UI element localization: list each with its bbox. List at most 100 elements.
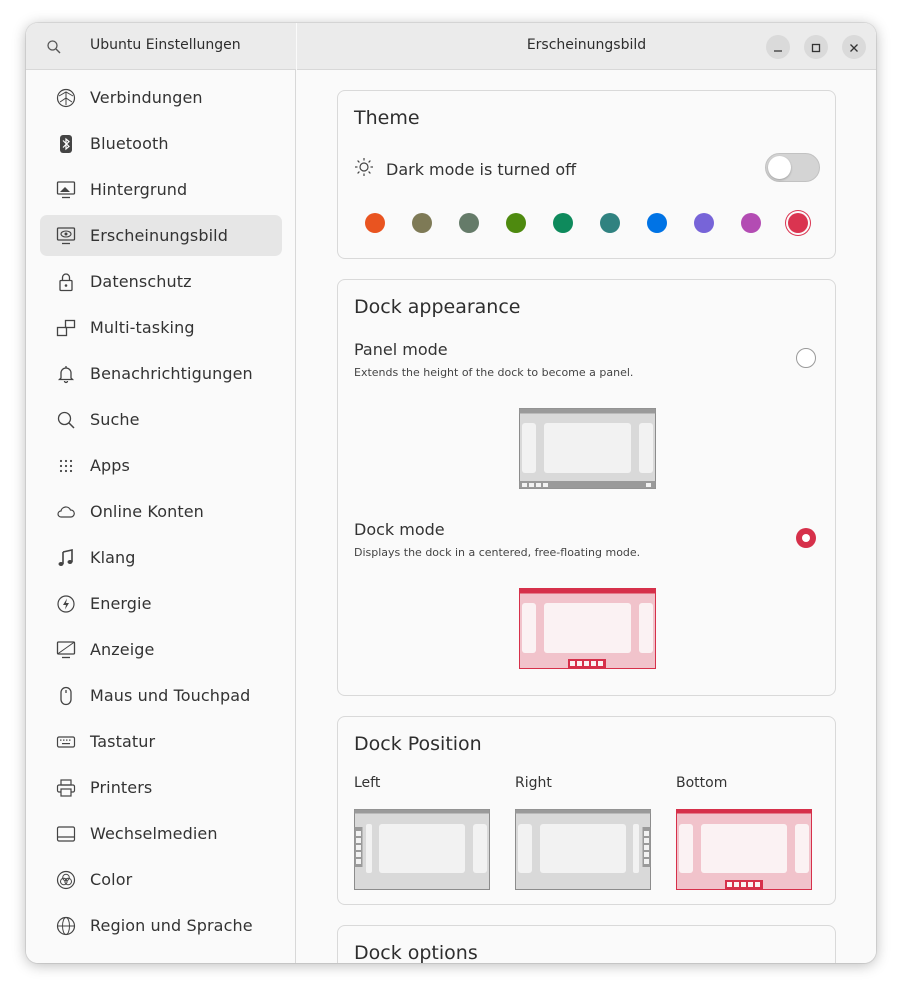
printer-icon — [56, 778, 76, 798]
sidebar-item-maus-und-touchpad[interactable]: Maus und Touchpad — [40, 675, 282, 716]
position-right-option[interactable] — [515, 809, 651, 890]
search-icon[interactable] — [46, 39, 62, 55]
search-icon — [56, 410, 76, 430]
color-icon — [56, 870, 76, 890]
accent-color-swatch[interactable] — [553, 213, 573, 233]
accent-color-swatch[interactable] — [741, 213, 761, 233]
music-note-icon — [56, 548, 76, 568]
sidebar-item-label: Wechselmedien — [90, 824, 218, 843]
sidebar-header: Ubuntu Einstellungen — [26, 23, 296, 70]
sidebar-item-color[interactable]: Color — [40, 859, 282, 900]
theme-card: Theme Dark mode is turned off — [337, 90, 836, 259]
removable-media-icon — [56, 824, 76, 844]
sidebar-item-klang[interactable]: Klang — [40, 537, 282, 578]
maximize-button[interactable] — [804, 35, 828, 59]
toggle-knob — [768, 156, 791, 179]
appearance-icon — [56, 226, 76, 246]
sidebar-item-label: Suche — [90, 410, 140, 429]
sidebar-item-label: Apps — [90, 456, 130, 475]
sidebar-item-multitasking[interactable]: Multi-tasking — [40, 307, 282, 348]
display-icon — [56, 640, 76, 660]
dock-options-card: Dock options — [337, 925, 836, 963]
close-button[interactable] — [842, 35, 866, 59]
settings-window: Ubuntu Einstellungen Verbindungen Blueto… — [26, 23, 876, 963]
theme-title: Theme — [354, 107, 420, 129]
sidebar-item-label: Erscheinungsbild — [90, 226, 228, 245]
dock-options-title: Dock options — [354, 942, 478, 963]
maximize-icon — [811, 38, 821, 57]
header-bar: Erscheinungsbild — [297, 23, 876, 70]
dock-mode-preview[interactable] — [519, 588, 656, 669]
sidebar-item-region-und-sprache[interactable]: Region und Sprache — [40, 905, 282, 946]
power-icon — [56, 594, 76, 614]
position-bottom-option[interactable] — [676, 809, 812, 890]
accent-color-swatch[interactable] — [694, 213, 714, 233]
sidebar-item-label: Energie — [90, 594, 152, 613]
position-right-label: Right — [515, 775, 552, 791]
globe-icon — [56, 916, 76, 936]
sidebar-item-label: Hintergrund — [90, 180, 188, 199]
sidebar-item-label: Region und Sprache — [90, 916, 253, 935]
sidebar-item-energie[interactable]: Energie — [40, 583, 282, 624]
sidebar-item-label: Printers — [90, 778, 153, 797]
minimize-button[interactable] — [766, 35, 790, 59]
sidebar-item-suche[interactable]: Suche — [40, 399, 282, 440]
sidebar-item-erscheinungsbild[interactable]: Erscheinungsbild — [40, 215, 282, 256]
sidebar-item-bluetooth[interactable]: Bluetooth — [40, 123, 282, 164]
sidebar-item-hintergrund[interactable]: Hintergrund — [40, 169, 282, 210]
close-icon — [849, 38, 859, 57]
dark-mode-label: Dark mode is turned off — [386, 159, 577, 179]
apps-grid-icon — [56, 456, 76, 476]
sidebar-item-tastatur[interactable]: Tastatur — [40, 721, 282, 762]
bell-icon — [56, 364, 76, 384]
sidebar-item-label: Benachrichtigungen — [90, 364, 253, 383]
sidebar-item-anzeige[interactable]: Anzeige — [40, 629, 282, 670]
accent-color-swatch[interactable] — [647, 213, 667, 233]
sidebar-item-label: Anzeige — [90, 640, 155, 659]
position-left-option[interactable] — [354, 809, 490, 890]
mouse-icon — [56, 686, 76, 706]
sidebar-item-label: Maus und Touchpad — [90, 686, 251, 705]
sidebar-item-label: Online Konten — [90, 502, 204, 521]
sidebar-item-printers[interactable]: Printers — [40, 767, 282, 808]
accent-color-swatch[interactable] — [365, 213, 385, 233]
dock-mode-subtitle: Displays the dock in a centered, free-fl… — [354, 546, 641, 559]
cloud-icon — [56, 502, 76, 522]
sidebar-item-datenschutz[interactable]: Datenschutz — [40, 261, 282, 302]
accent-color-swatch[interactable] — [788, 213, 808, 233]
accent-color-swatch[interactable] — [412, 213, 432, 233]
sidebar-item-label: Multi-tasking — [90, 318, 195, 337]
dark-mode-row: Dark mode is turned off — [354, 157, 576, 181]
dock-mode-title: Dock mode — [354, 520, 445, 539]
dock-position-card: Dock Position Left Right Bottom — [337, 716, 836, 905]
dock-appearance-title: Dock appearance — [354, 296, 521, 318]
sidebar-item-online-konten[interactable]: Online Konten — [40, 491, 282, 532]
dock-position-title: Dock Position — [354, 733, 482, 755]
network-icon — [56, 88, 76, 108]
background-icon — [56, 180, 76, 200]
sidebar-item-wechselmedien[interactable]: Wechselmedien — [40, 813, 282, 854]
accent-color-swatch[interactable] — [459, 213, 479, 233]
sun-icon — [354, 157, 374, 181]
dock-appearance-card: Dock appearance Panel mode Extends the h… — [337, 279, 836, 696]
sidebar-item-apps[interactable]: Apps — [40, 445, 282, 486]
content-pane: Erscheinungsbild Theme Dark mode is turn… — [297, 23, 876, 963]
multitasking-icon — [56, 318, 76, 338]
position-bottom-label: Bottom — [676, 775, 728, 791]
sidebar-nav: Verbindungen Bluetooth Hintergrund Ersch… — [40, 77, 282, 951]
sidebar-item-verbindungen[interactable]: Verbindungen — [40, 77, 282, 118]
lock-icon — [56, 272, 76, 292]
sidebar-item-label: Klang — [90, 548, 136, 567]
panel-mode-title: Panel mode — [354, 340, 448, 359]
accent-color-picker — [365, 213, 820, 235]
bluetooth-icon — [56, 134, 76, 154]
panel-mode-preview[interactable] — [519, 408, 656, 489]
minimize-icon — [773, 38, 783, 57]
sidebar-item-label: Tastatur — [90, 732, 156, 751]
dark-mode-toggle[interactable] — [765, 153, 820, 182]
accent-color-swatch[interactable] — [600, 213, 620, 233]
sidebar-item-benachrichtigungen[interactable]: Benachrichtigungen — [40, 353, 282, 394]
panel-mode-radio[interactable] — [796, 348, 816, 368]
dock-mode-radio[interactable] — [796, 528, 816, 548]
accent-color-swatch[interactable] — [506, 213, 526, 233]
